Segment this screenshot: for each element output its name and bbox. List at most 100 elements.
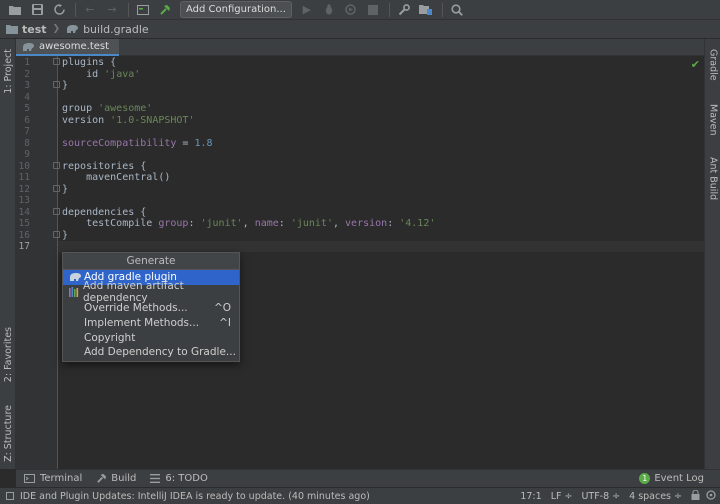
menu-item-override-methods[interactable]: Override Methods... ^O	[63, 301, 239, 316]
current-line-highlight	[58, 240, 704, 252]
terminal-icon	[24, 474, 35, 483]
line-number: 13	[18, 195, 30, 206]
tool-window-bar: Terminal Build 6: TODO 1 Event Log	[16, 469, 720, 487]
fold-marker[interactable]	[53, 230, 60, 238]
open-folder-icon[interactable]	[6, 1, 24, 19]
coverage-icon[interactable]	[342, 1, 360, 19]
todo-label: 6: TODO	[165, 473, 208, 484]
settings-wrench-icon[interactable]	[395, 1, 413, 19]
menu-item-add-dependency-to-gradle[interactable]: Add Dependency to Gradle...	[63, 345, 239, 360]
menu-item-label: Add Dependency to Gradle...	[84, 346, 236, 359]
code-string: 'java'	[104, 68, 141, 80]
code-text: :	[387, 218, 400, 229]
code-property: version	[345, 218, 388, 229]
line-number-gutter: 1 2 3 4 5 6 7 8 9 10 11 12 13 14 15 16 17	[16, 56, 58, 469]
menu-item-implement-methods[interactable]: Implement Methods... ^I	[63, 316, 239, 331]
add-configuration-button[interactable]: Add Configuration...	[180, 1, 292, 18]
fold-marker[interactable]	[53, 207, 60, 215]
stop-icon[interactable]	[364, 1, 382, 19]
code-text: }	[62, 229, 69, 241]
menu-item-add-maven-dependency[interactable]: Add maven artifact dependency	[63, 280, 239, 304]
code-text: repositories {	[62, 160, 147, 172]
check-icon: ✔	[690, 58, 700, 71]
forward-arrow-icon[interactable]: →	[103, 1, 121, 19]
tab-maven[interactable]: Maven	[705, 97, 720, 143]
code-line: }	[62, 230, 68, 242]
code-text: mavenCentral()	[62, 172, 171, 183]
code-text: }	[62, 183, 69, 195]
line-number: 9	[24, 149, 30, 160]
line-number: 11	[18, 172, 30, 183]
menu-icon-placeholder	[68, 302, 82, 314]
indent-setting[interactable]: 4 spaces ÷	[629, 491, 682, 502]
file-encoding[interactable]: UTF-8 ÷	[581, 491, 620, 502]
tab-ant-build[interactable]: Ant Build	[705, 153, 720, 205]
lock-icon[interactable]	[691, 489, 700, 503]
fold-marker[interactable]	[53, 184, 60, 192]
breadcrumb-project[interactable]: test	[6, 23, 47, 36]
code-text: version	[62, 114, 111, 126]
fold-marker[interactable]	[53, 161, 60, 169]
save-icon[interactable]	[28, 1, 46, 19]
menu-icon-placeholder	[68, 332, 82, 344]
code-string: 'junit'	[200, 218, 243, 229]
menu-item-copyright[interactable]: Copyright	[63, 330, 239, 345]
build-label: Build	[111, 473, 137, 484]
code-number: 1.8	[194, 137, 213, 149]
back-arrow-icon[interactable]: ←	[81, 1, 99, 19]
code-string: '4.12'	[399, 218, 436, 229]
menu-item-label: Implement Methods...	[84, 317, 200, 330]
tab-awesome-test[interactable]: awesome.test	[16, 39, 120, 56]
tab-favorites-label: 2: Favorites	[2, 327, 14, 383]
popup-title: Generate	[63, 253, 239, 270]
code-line: }	[62, 184, 68, 196]
generate-popup: Generate Add gradle plugin Add maven art…	[62, 252, 240, 362]
tab-gradle[interactable]: Gradle	[705, 43, 720, 87]
line-number: 4	[24, 91, 30, 103]
tab-structure[interactable]: Z: Structure	[0, 401, 16, 465]
chevron-right-icon: ❯	[52, 24, 61, 34]
code-line: sourceCompatibility = 1.8	[62, 138, 213, 150]
caret-position[interactable]: 17:1	[520, 491, 541, 502]
status-layout-icon[interactable]	[6, 492, 14, 500]
maven-bars-icon	[68, 286, 81, 298]
gradle-elephant-icon	[68, 271, 82, 283]
menu-item-shortcut: ^I	[219, 317, 231, 330]
build-button[interactable]: Build	[96, 473, 136, 484]
tab-structure-label: Z: Structure	[2, 404, 14, 462]
line-number: 8	[24, 137, 30, 149]
search-icon[interactable]	[448, 1, 466, 19]
code-line: version '1.0-SNAPSHOT'	[62, 115, 194, 127]
code-text: :	[278, 218, 291, 229]
status-message[interactable]: IDE and Plugin Updates: IntelliJ IDEA is…	[20, 491, 370, 502]
tab-favorites[interactable]: 2: Favorites	[0, 324, 16, 386]
code-text: id	[62, 68, 105, 80]
menu-icon-placeholder	[68, 317, 82, 329]
code-text: ,	[332, 218, 346, 229]
debug-bug-icon[interactable]	[320, 1, 338, 19]
fold-marker[interactable]	[53, 58, 60, 65]
code-line: id 'java'	[62, 69, 140, 81]
menu-item-shortcut: ^O	[213, 302, 231, 315]
git-icon[interactable]	[706, 490, 716, 503]
line-separator[interactable]: LF ÷	[551, 491, 573, 502]
toolbar-divider	[441, 2, 443, 17]
line-number: 10	[18, 160, 30, 172]
status-bar: IDE and Plugin Updates: IntelliJ IDEA is…	[0, 487, 720, 504]
tab-project[interactable]: 1: Project	[0, 43, 16, 99]
code-property: name	[254, 218, 279, 229]
event-log-button[interactable]: 1 Event Log	[639, 473, 704, 484]
terminal-button[interactable]: Terminal	[24, 473, 82, 484]
line-number: 15	[18, 218, 30, 229]
todo-button[interactable]: 6: TODO	[150, 473, 208, 484]
code-line: group 'awesome'	[62, 103, 152, 115]
run-icon[interactable]: ▶	[298, 1, 316, 19]
breadcrumb-file[interactable]: build.gradle	[66, 23, 149, 36]
main-toolbar: ← → Add Configuration... ▶	[0, 0, 720, 20]
fold-marker[interactable]	[53, 81, 60, 88]
project-structure-icon[interactable]	[417, 1, 435, 19]
sync-icon[interactable]	[50, 1, 68, 19]
build-hammer-icon[interactable]	[156, 1, 174, 19]
run-window-icon[interactable]	[134, 1, 152, 19]
breadcrumb-project-label: test	[22, 22, 47, 36]
